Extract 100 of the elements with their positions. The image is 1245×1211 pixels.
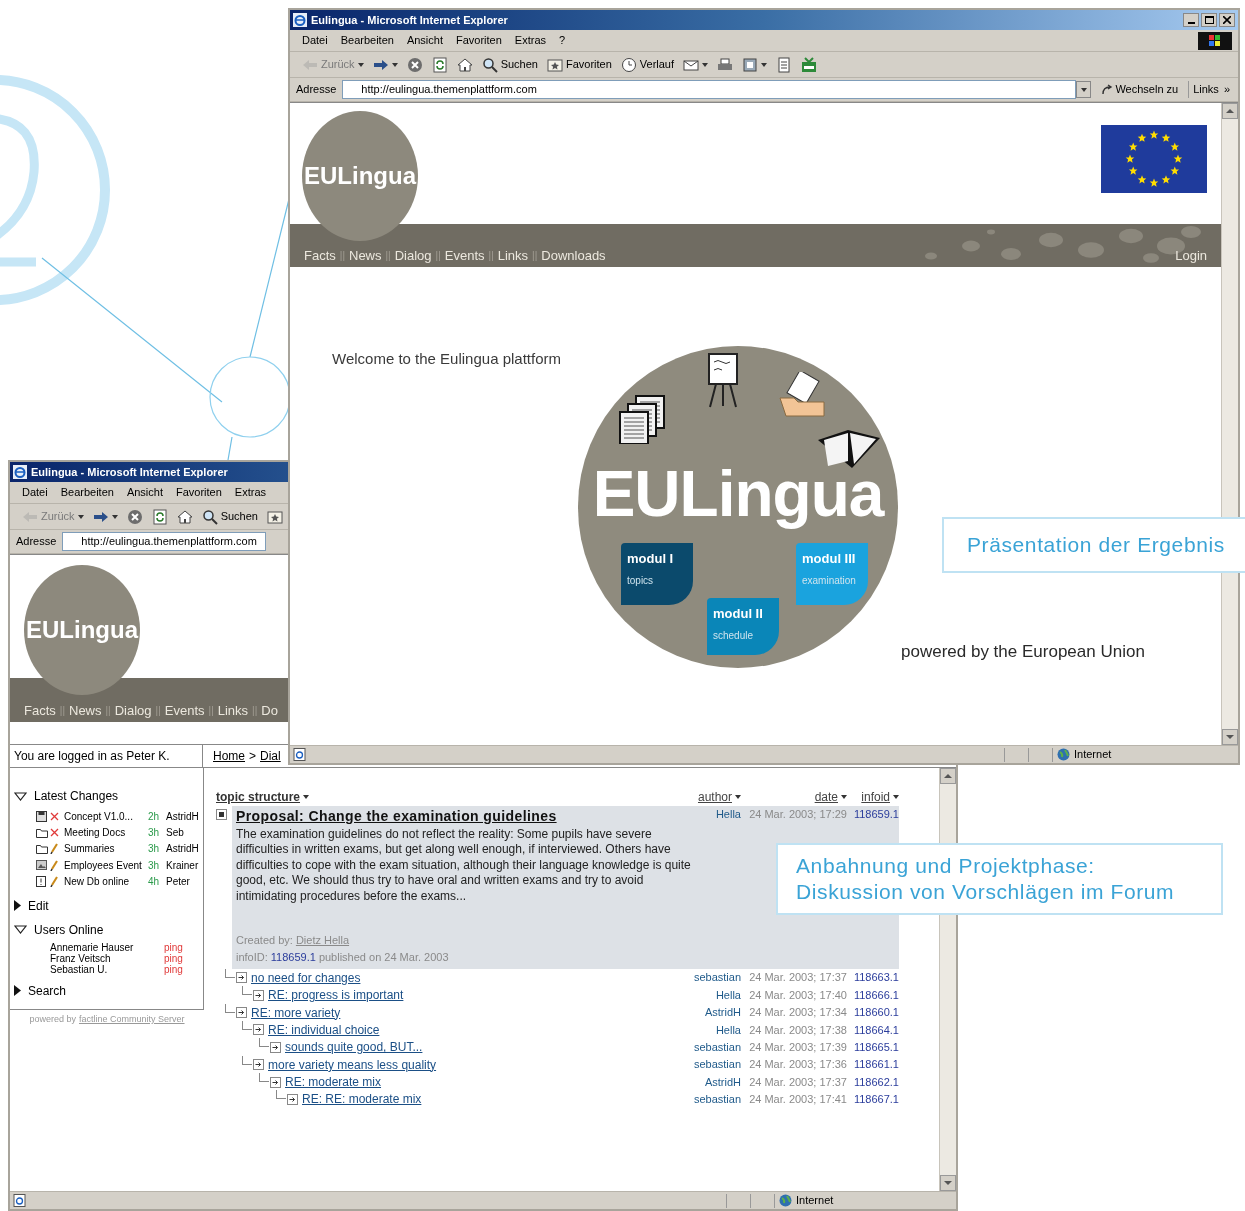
change-link[interactable]: Concept V1.0... bbox=[64, 808, 148, 824]
nav-link[interactable]: Links bbox=[217, 700, 249, 720]
change-link[interactable]: New Db online bbox=[64, 874, 148, 890]
expand-icon[interactable] bbox=[253, 1024, 264, 1036]
nav-link[interactable]: Links bbox=[497, 245, 529, 265]
maximize-button[interactable] bbox=[1201, 13, 1217, 27]
nav-link[interactable]: News bbox=[349, 245, 382, 265]
expand-icon[interactable] bbox=[236, 972, 247, 984]
post-body: The examination guidelines do not reflect the reality: Some pupils have severe difficulties in written exams, but get along well enough, if interviewed. Others have difficulties to cope with the exam situation, although their language knowledge is quite good, etc. We should thus try to have oral and written exams and try to avoid intimidating procedures before the exams... bbox=[236, 827, 692, 905]
menu-item[interactable]: Ansicht bbox=[406, 32, 443, 49]
breadcrumb-separator: > bbox=[249, 748, 257, 765]
nav-link[interactable]: Dialog bbox=[114, 700, 152, 720]
breadcrumb-link[interactable]: Home bbox=[213, 747, 245, 765]
toolbar-button[interactable]: Suchen bbox=[199, 505, 260, 528]
menu-item[interactable]: Datei bbox=[22, 484, 48, 501]
change-link[interactable]: Summaries bbox=[64, 841, 148, 857]
login-status: You are logged in as Peter K. bbox=[10, 745, 203, 767]
breadcrumb-link[interactable]: Dial bbox=[260, 747, 281, 765]
topic-link[interactable]: no need for changes bbox=[251, 968, 361, 987]
expand-icon[interactable] bbox=[270, 1041, 281, 1053]
expand-icon[interactable] bbox=[236, 1007, 247, 1018]
info-id: 118664.1 bbox=[852, 1022, 899, 1038]
nav-link[interactable]: Events bbox=[444, 245, 485, 265]
scroll-up-button[interactable] bbox=[940, 768, 956, 784]
menu-item[interactable]: Favoriten bbox=[176, 484, 222, 501]
notepad-icon bbox=[776, 56, 793, 73]
expand-icon[interactable] bbox=[270, 1076, 281, 1088]
caret-icon bbox=[77, 514, 84, 519]
menu-item[interactable]: ? bbox=[559, 32, 566, 49]
address-dropdown-button[interactable] bbox=[1076, 81, 1092, 98]
collapse-triangle-icon[interactable] bbox=[14, 791, 27, 801]
close-button[interactable] bbox=[1219, 13, 1235, 27]
logo: EULingua bbox=[302, 111, 418, 241]
module-tile[interactable]: modul I topics bbox=[621, 543, 693, 605]
expand-icon[interactable] bbox=[253, 989, 264, 1001]
menu-item[interactable]: Extras bbox=[514, 32, 547, 49]
menu-item[interactable]: Ansicht bbox=[126, 484, 163, 501]
topic-link[interactable]: RE: moderate mix bbox=[285, 1073, 382, 1092]
info-id-label: infoID: bbox=[236, 949, 268, 965]
minimize-button[interactable] bbox=[1183, 13, 1199, 27]
nav-link[interactable]: Downloads bbox=[541, 245, 606, 265]
change-link[interactable]: Employees Event bbox=[64, 857, 148, 873]
expand-triangle-icon[interactable] bbox=[14, 900, 21, 912]
caption-text: Präsentation der Ergebnis bbox=[967, 532, 1226, 558]
expand-icon[interactable] bbox=[287, 1093, 298, 1105]
search-icon bbox=[481, 56, 498, 73]
post-title[interactable]: Proposal: Change the examination guidelines bbox=[236, 806, 679, 827]
nav-link[interactable]: Dialog bbox=[394, 245, 432, 265]
menu-item[interactable]: Bearbeiten bbox=[60, 484, 114, 501]
globe-icon bbox=[779, 1194, 792, 1207]
topic-link[interactable]: RE: individual choice bbox=[268, 1020, 380, 1039]
nav-link[interactable]: Facts bbox=[24, 700, 56, 720]
menu-item[interactable]: Favoriten bbox=[456, 32, 502, 49]
menu-item[interactable]: Bearbeiten bbox=[340, 32, 394, 49]
status-zone: Internet bbox=[1074, 747, 1112, 763]
toolbar-button[interactable]: Favoriten bbox=[544, 53, 614, 76]
menu-item[interactable]: Datei bbox=[302, 32, 328, 49]
change-user: Krainer bbox=[166, 858, 199, 873]
globe-icon bbox=[1057, 748, 1070, 761]
column-header[interactable]: date bbox=[741, 788, 847, 806]
author-name: AstridH bbox=[703, 1005, 741, 1021]
change-user: Seb bbox=[166, 826, 184, 841]
column-header[interactable]: topic structure bbox=[216, 788, 679, 806]
toolbar-button[interactable]: Verlauf bbox=[618, 53, 677, 76]
column-header[interactable]: author bbox=[679, 788, 741, 806]
topic-link[interactable]: more variety means less quality bbox=[268, 1055, 437, 1074]
topic-link[interactable]: RE: RE: moderate mix bbox=[302, 1090, 422, 1109]
address-field[interactable]: http://eulingua.themenplattform.com bbox=[342, 80, 1077, 99]
scroll-down-button[interactable] bbox=[940, 1175, 956, 1191]
address-field[interactable]: http://eulingua.themenplattform.com bbox=[62, 532, 267, 551]
topic-link[interactable]: RE: progress is important bbox=[268, 986, 404, 1005]
nav-link[interactable]: Do bbox=[261, 700, 278, 720]
expand-triangle-icon[interactable] bbox=[14, 985, 21, 997]
section-heading: Edit bbox=[28, 897, 49, 915]
module-tile[interactable]: modul II schedule bbox=[707, 598, 779, 655]
published-date: published on 24 Mar. 2003 bbox=[318, 949, 449, 965]
column-header[interactable]: infoid bbox=[847, 788, 899, 806]
ping-link[interactable]: ping bbox=[164, 941, 183, 953]
go-button[interactable]: Wechseln zu bbox=[1097, 81, 1183, 98]
links-button[interactable]: Links » bbox=[1188, 81, 1234, 98]
nav-link[interactable]: Events bbox=[164, 700, 205, 720]
scroll-up-button[interactable] bbox=[1222, 103, 1238, 119]
toolbar-button[interactable]: Suchen bbox=[479, 53, 540, 76]
change-link[interactable]: Meeting Docs bbox=[64, 825, 148, 841]
menu-item[interactable]: Extras bbox=[234, 484, 267, 501]
login-link[interactable]: Login bbox=[1175, 245, 1207, 265]
author-name: Hella bbox=[714, 987, 741, 1003]
scroll-down-button[interactable] bbox=[1222, 729, 1238, 745]
topic-link[interactable]: sounds quite good, BUT... bbox=[285, 1038, 423, 1057]
author-name: Hella bbox=[714, 1022, 741, 1038]
collapse-icon[interactable] bbox=[216, 809, 227, 820]
ping-link[interactable]: ping bbox=[164, 952, 183, 964]
nav-link[interactable]: News bbox=[69, 700, 102, 720]
nav-separator: || bbox=[435, 248, 441, 263]
caret-icon bbox=[761, 62, 768, 67]
collapse-triangle-icon[interactable] bbox=[14, 925, 27, 935]
nav-link[interactable]: Facts bbox=[304, 245, 336, 265]
expand-icon[interactable] bbox=[253, 1059, 264, 1071]
ping-link[interactable]: ping bbox=[164, 963, 183, 975]
topic-link[interactable]: RE: more variety bbox=[251, 1003, 341, 1022]
